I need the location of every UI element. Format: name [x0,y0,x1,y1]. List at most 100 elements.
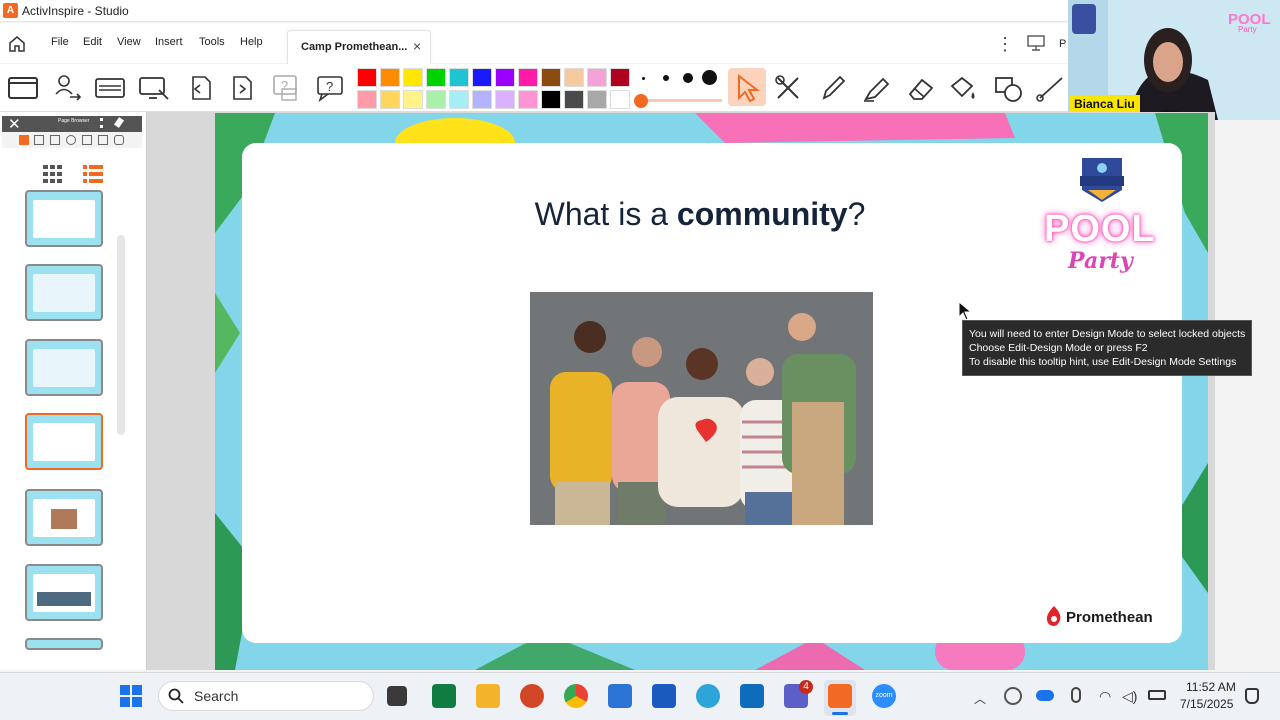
chevron-up-icon[interactable]: ︿ [974,690,986,707]
edge-icon[interactable] [696,684,720,708]
powerpoint-icon[interactable] [520,684,544,708]
shape-icon[interactable] [992,72,1026,104]
menu-edit[interactable]: Edit [83,36,102,48]
color-swatch[interactable] [564,90,584,109]
excel-icon[interactable] [432,684,456,708]
page-thumbnail[interactable] [25,190,103,247]
pen-width-slider[interactable] [642,99,722,102]
microsoft-store-icon[interactable] [608,684,632,708]
color-swatch[interactable] [495,90,515,109]
page-thumbnail-selected[interactable] [25,413,103,470]
panel-menu-icon[interactable] [100,118,103,128]
browser-tab-property[interactable] [82,135,92,145]
taskbar-search-box[interactable] [158,681,374,711]
menu-file[interactable]: File [51,36,69,48]
battery-icon[interactable] [1148,690,1166,700]
color-swatch[interactable] [541,68,561,87]
page-thumbnail[interactable] [25,564,103,621]
clock-date[interactable]: 7/15/2025 [1180,697,1233,711]
browser-tab-notes[interactable] [66,135,76,145]
color-swatch[interactable] [518,90,538,109]
color-swatch[interactable] [449,68,469,87]
more-options-icon[interactable]: ⋮ [996,34,1014,55]
color-swatch[interactable] [380,68,400,87]
main-menu-icon[interactable] [6,72,40,104]
color-swatch[interactable] [449,90,469,109]
next-page-icon[interactable] [226,72,260,104]
chrome-icon[interactable] [564,684,588,708]
pen-size-medium[interactable] [663,75,669,81]
color-swatch[interactable] [380,90,400,109]
color-swatch[interactable] [403,90,423,109]
activinspire-task-icon[interactable] [828,684,852,708]
color-swatch[interactable] [587,68,607,87]
previous-page-icon[interactable] [183,72,217,104]
browser-tab-resource[interactable] [34,135,44,145]
color-swatch[interactable] [541,90,561,109]
word-icon[interactable] [652,684,676,708]
volume-icon[interactable]: ◁) [1122,688,1137,705]
fill-icon[interactable] [946,72,980,104]
color-swatch[interactable] [426,90,446,109]
color-swatch[interactable] [357,90,377,109]
color-swatch[interactable] [472,90,492,109]
color-swatch[interactable] [403,68,423,87]
page-thumbnail[interactable] [25,489,103,546]
select-tool-button[interactable] [728,68,766,106]
color-swatch[interactable] [495,68,515,87]
tools-icon[interactable] [772,72,806,104]
dual-user-icon[interactable] [93,72,127,104]
notification-bell-icon[interactable] [1245,688,1259,704]
pool-party-logo: POOL Party [1042,208,1162,278]
color-swatch[interactable] [610,68,630,87]
pen-size-small[interactable] [642,77,645,80]
page-thumbnail[interactable] [25,339,103,396]
wifi-icon[interactable]: ◠ [1099,688,1111,705]
windows-start-icon[interactable] [120,685,142,707]
menu-insert[interactable]: Insert [155,36,183,48]
page-thumbnail[interactable] [25,264,103,321]
list-view-icon[interactable] [83,165,103,183]
document-tab[interactable]: Camp Promethean... × [287,30,431,64]
outlook-icon[interactable] [740,684,764,708]
desktop-annotate-icon[interactable] [137,72,171,104]
menu-tools[interactable]: Tools [199,36,225,48]
browser-tab-actions[interactable] [98,135,108,145]
color-swatch[interactable] [426,68,446,87]
browser-tab-objects[interactable] [50,135,60,145]
highlighter-icon[interactable] [860,72,894,104]
sync-icon[interactable] [1004,687,1022,705]
express-poll-icon[interactable]: ? [314,72,348,104]
tab-close-icon[interactable]: × [413,38,421,54]
menu-view[interactable]: View [117,36,141,48]
eraser-icon[interactable] [904,72,938,104]
user-switch-icon[interactable] [50,72,84,104]
presenter-icon[interactable] [1026,34,1046,52]
pen-icon[interactable] [816,72,850,104]
menu-help[interactable]: Help [240,36,263,48]
clock-time[interactable]: 11:52 AM [1186,680,1236,694]
folder-icon[interactable] [476,684,500,708]
pen-size-large[interactable] [683,73,693,83]
connector-icon[interactable] [1034,72,1068,104]
pen-width-slider-handle[interactable] [634,94,648,108]
onedrive-icon[interactable] [1036,690,1054,701]
color-swatch[interactable] [357,68,377,87]
color-swatch[interactable] [518,68,538,87]
close-panel-icon[interactable]: ✕ [8,115,21,133]
pen-size-xlarge[interactable] [702,70,717,85]
zoom-icon[interactable]: zoom [872,684,896,708]
file-explorer-task-icon[interactable] [387,686,407,706]
color-swatch[interactable] [564,68,584,87]
question-icon[interactable]: ? [270,72,304,104]
color-swatch[interactable] [587,90,607,109]
color-swatch[interactable] [610,90,630,109]
page-browser-scrollbar[interactable] [117,235,125,435]
home-button[interactable] [6,33,28,55]
browser-tab-voting[interactable] [114,135,124,145]
microphone-icon[interactable] [1071,687,1081,703]
grid-view-icon[interactable] [43,165,63,183]
page-thumbnail[interactable] [25,638,103,650]
browser-tab-page[interactable] [19,135,29,145]
color-swatch[interactable] [472,68,492,87]
